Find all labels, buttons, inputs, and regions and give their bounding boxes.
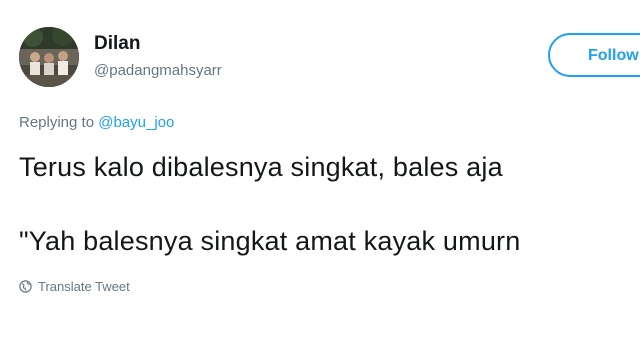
reply-handle-link[interactable]: @bayu_joo — [98, 114, 174, 131]
replying-to-label: Replying to — [19, 114, 95, 131]
follow-button[interactable]: Follow — [548, 33, 640, 77]
globe-icon — [19, 280, 32, 293]
translate-tweet-link[interactable]: Translate Tweet — [19, 279, 130, 294]
username[interactable]: @padangmahsyarr — [94, 62, 222, 79]
avatar-photo — [19, 27, 79, 87]
avatar[interactable] — [19, 27, 79, 87]
translate-tweet-label[interactable]: Translate Tweet — [38, 279, 130, 294]
replying-to: Replying to @bayu_joo — [19, 114, 174, 131]
tweet-text-line-2: "Yah balesnya singkat amat kayak umurn — [19, 226, 521, 256]
tweet-card: Dilan @padangmahsyarr Follow Replying to… — [0, 0, 640, 360]
display-name[interactable]: Dilan — [94, 33, 140, 55]
tweet-text-line-1: Terus kalo dibalesnya singkat, bales aja — [19, 152, 503, 182]
